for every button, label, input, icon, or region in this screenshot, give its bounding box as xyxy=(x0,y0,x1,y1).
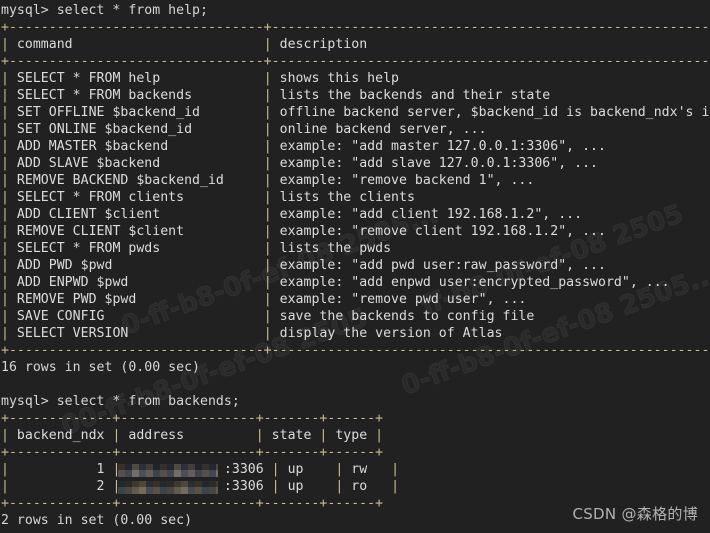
table-row: | ADD CLIENT $client | example: "add cli… xyxy=(1,207,710,222)
redacted-address-row-2 xyxy=(118,481,218,494)
backends-table-rule-top: +-------------+-----------------+-------… xyxy=(1,411,384,426)
table-row: | REMOVE PWD $pwd | example: "remove pwd… xyxy=(1,292,710,307)
table-row: | 2 | :3306 | up | ro | xyxy=(1,479,400,494)
table-row: | SELECT * FROM help | shows this help | xyxy=(1,71,710,86)
table-row: | SET OFFLINE $backend_id | offline back… xyxy=(1,105,710,120)
table-row: | SELECT * FROM clients | lists the clie… xyxy=(1,190,710,205)
table-row: | REMOVE CLIENT $client | example: "remo… xyxy=(1,224,710,239)
redacted-address-row-1 xyxy=(118,464,218,477)
backends-table-body: | 1 | :3306 | up | rw | | 2 | :3306 | up … xyxy=(0,461,710,495)
table-row: | REMOVE BACKEND $backend_id | example: … xyxy=(1,173,710,188)
table-row: | ADD PWD $pwd | example: "add pwd user:… xyxy=(1,258,710,273)
help-table-rule-bottom: +--------------------------------+------… xyxy=(1,343,710,358)
spacer-line xyxy=(0,376,710,393)
table-row: | SELECT VERSION | display the version o… xyxy=(1,326,710,341)
table-row: | ADD ENPWD $pwd | example: "add enpwd u… xyxy=(1,275,710,290)
table-row: | SELECT * FROM pwds | lists the pwds | xyxy=(1,241,710,256)
backends-table-header-row: | backend_ndx | address | state | type | xyxy=(1,428,384,443)
help-table-header-row: | command | description | xyxy=(1,37,710,52)
terminal-window: 0-ff-b8-0f-ef-08 2505... 00-ff-b8-0f-ef-… xyxy=(0,0,710,533)
table-row: | 1 | :3306 | up | rw | xyxy=(1,462,400,477)
table-row: | ADD MASTER $backend | example: "add ma… xyxy=(1,139,710,154)
prompt-line-backends: mysql> select * from backends; xyxy=(1,394,240,409)
help-table-rule-mid: +--------------------------------+------… xyxy=(1,54,710,69)
terminal-screen: mysql> select * from help; +------------… xyxy=(0,0,710,529)
table-row: | SAVE CONFIG | save the backends to con… xyxy=(1,309,710,324)
help-table-body: | SELECT * FROM help | shows this help |… xyxy=(0,70,710,342)
table-row: | ADD SLAVE $backend | example: "add sla… xyxy=(1,156,710,171)
help-result-status: 16 rows in set (0.00 sec) xyxy=(1,360,200,375)
prompt-line-help: mysql> select * from help; xyxy=(1,3,208,18)
table-row: | SET ONLINE $backend_id | online backen… xyxy=(1,122,710,137)
table-row: | SELECT * FROM backends | lists the bac… xyxy=(1,88,710,103)
help-table-rule-top: +--------------------------------+------… xyxy=(1,20,710,35)
csdn-watermark: CSDN @森格的博 xyxy=(572,505,698,523)
backends-table-rule-mid: +-------------+-----------------+-------… xyxy=(1,445,384,460)
